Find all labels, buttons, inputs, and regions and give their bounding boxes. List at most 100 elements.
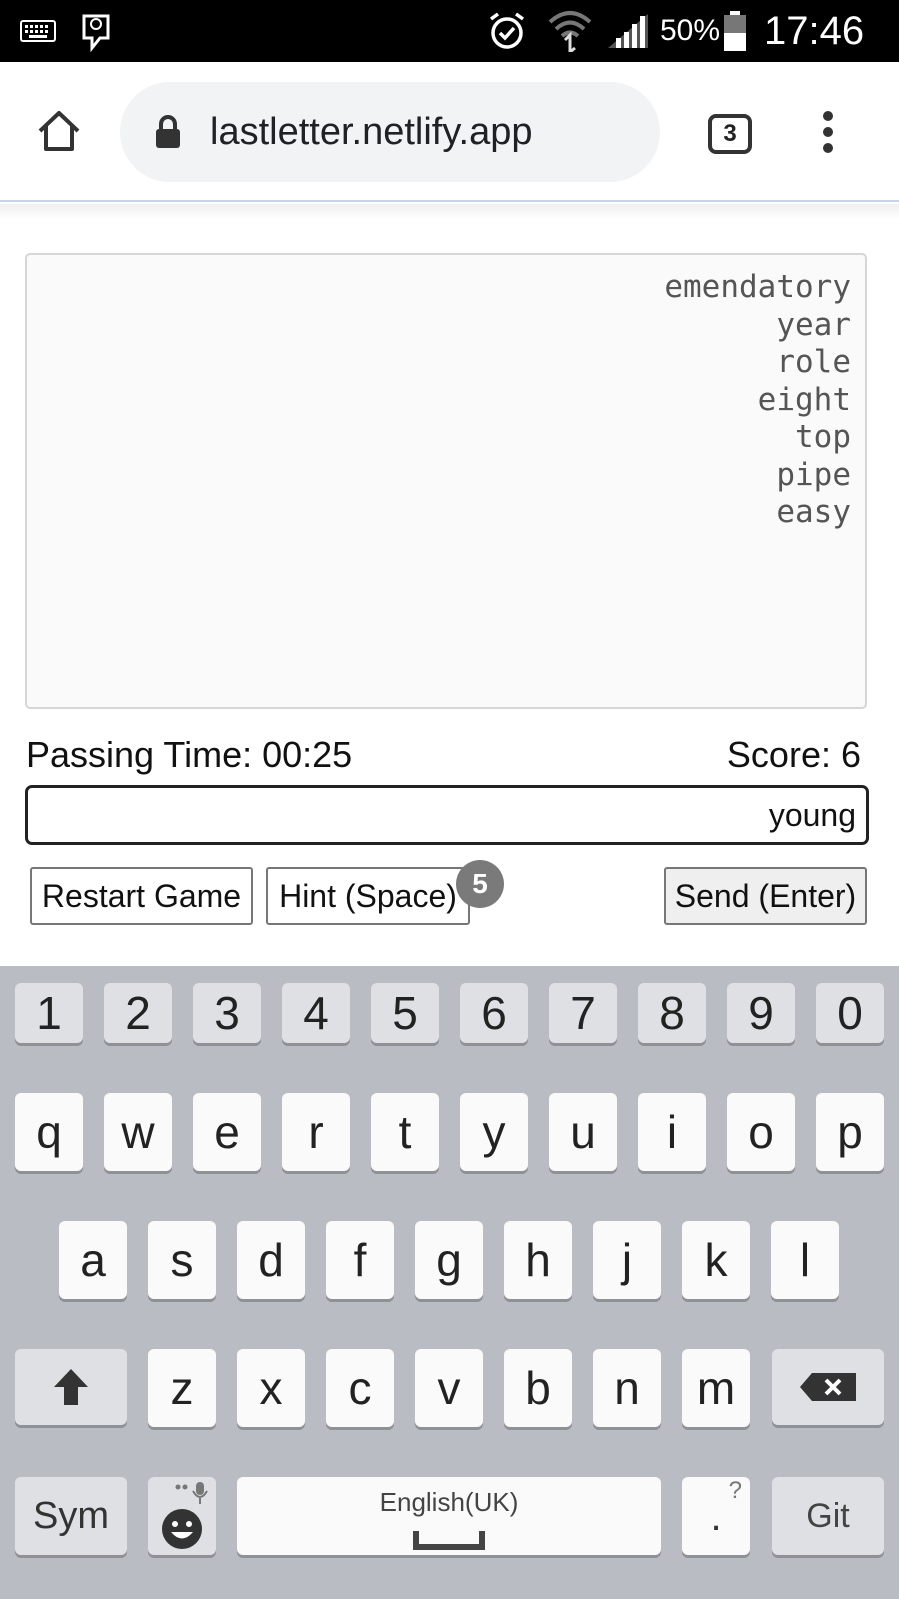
- key-label: z: [170, 1362, 194, 1414]
- signal-icon: [608, 14, 648, 48]
- key-c[interactable]: c: [326, 1349, 394, 1427]
- alarm-icon: [489, 12, 525, 49]
- key-label: m: [696, 1362, 736, 1414]
- clock: 17:46: [764, 9, 865, 53]
- key-label: t: [398, 1106, 412, 1158]
- emoji-icon: [162, 1509, 202, 1549]
- passing-time: Passing Time: 00:25: [26, 734, 353, 775]
- key-label: c: [348, 1362, 372, 1414]
- backspace-key[interactable]: [772, 1349, 884, 1425]
- key-label: g: [436, 1234, 462, 1286]
- key-f[interactable]: f: [326, 1221, 394, 1299]
- key-h[interactable]: h: [504, 1221, 572, 1299]
- key-s[interactable]: s: [148, 1221, 216, 1299]
- key-label: k: [704, 1234, 728, 1286]
- hint-button[interactable]: Hint (Space): [266, 867, 470, 925]
- key-p[interactable]: p: [816, 1093, 884, 1171]
- go-key[interactable]: Git: [772, 1477, 884, 1555]
- restart-game-button[interactable]: Restart Game: [30, 867, 253, 925]
- key-j[interactable]: j: [593, 1221, 661, 1299]
- browser-toolbar: lastletter.netlify.app 3: [0, 62, 899, 202]
- key-label: 7: [570, 987, 596, 1039]
- key-i[interactable]: i: [638, 1093, 706, 1171]
- key-6[interactable]: 6: [460, 983, 528, 1043]
- key-label: o: [748, 1106, 774, 1158]
- key-e[interactable]: e: [193, 1093, 261, 1171]
- key-k[interactable]: k: [682, 1221, 750, 1299]
- space-key[interactable]: English(UK): [237, 1477, 661, 1555]
- score: Score: 6: [726, 734, 861, 775]
- key-5[interactable]: 5: [371, 983, 439, 1043]
- key-z[interactable]: z: [148, 1349, 216, 1427]
- tab-switcher-button[interactable]: 3: [708, 114, 752, 154]
- sym-key[interactable]: Sym: [15, 1477, 127, 1555]
- word-input[interactable]: [25, 785, 869, 845]
- key-label: 1: [36, 987, 62, 1039]
- emoji-key[interactable]: [148, 1477, 216, 1555]
- key-1[interactable]: 1: [15, 983, 83, 1043]
- key-w[interactable]: w: [104, 1093, 172, 1171]
- word-history-panel: emendatory year role eight top pipe easy: [25, 253, 867, 709]
- word-item: easy: [776, 494, 851, 530]
- period-key-label: .: [710, 1495, 722, 1539]
- home-icon[interactable]: [36, 109, 82, 153]
- key-label: u: [570, 1106, 596, 1158]
- key-label: 2: [125, 987, 151, 1039]
- space-icon: [413, 1531, 485, 1550]
- keyboard-icon: [20, 20, 56, 42]
- key-0[interactable]: 0: [816, 983, 884, 1043]
- key-y[interactable]: y: [460, 1093, 528, 1171]
- key-n[interactable]: n: [593, 1349, 661, 1427]
- backspace-icon: [800, 1373, 856, 1401]
- key-a[interactable]: a: [59, 1221, 127, 1299]
- key-x[interactable]: x: [237, 1349, 305, 1427]
- word-list: emendatory year role eight top pipe easy: [664, 269, 851, 532]
- key-t[interactable]: t: [371, 1093, 439, 1171]
- key-label: 6: [481, 987, 507, 1039]
- lock-icon: [156, 115, 180, 148]
- key-label: y: [482, 1106, 506, 1158]
- key-q[interactable]: q: [15, 1093, 83, 1171]
- word-item: eight: [757, 381, 851, 418]
- address-bar[interactable]: lastletter.netlify.app: [120, 82, 660, 182]
- soft-keyboard: Sym English(UK) ? . Git 1 2 3 4 5 6 7 8 9 0 q w e r t y…: [0, 966, 899, 1599]
- period-key[interactable]: ? .: [682, 1477, 750, 1555]
- key-b[interactable]: b: [504, 1349, 572, 1427]
- key-v[interactable]: v: [415, 1349, 483, 1427]
- key-4[interactable]: 4: [282, 983, 350, 1043]
- key-8[interactable]: 8: [638, 983, 706, 1043]
- key-label: x: [259, 1362, 283, 1414]
- battery-icon: [724, 11, 746, 51]
- key-label: p: [837, 1106, 863, 1158]
- key-label: s: [170, 1234, 194, 1286]
- key-g[interactable]: g: [415, 1221, 483, 1299]
- key-label: b: [525, 1362, 551, 1414]
- key-9[interactable]: 9: [727, 983, 795, 1043]
- key-m[interactable]: m: [682, 1349, 750, 1427]
- go-key-label: Git: [806, 1497, 850, 1535]
- shift-icon: [54, 1369, 88, 1405]
- shift-key[interactable]: [15, 1349, 127, 1425]
- send-button[interactable]: Send (Enter): [664, 867, 867, 925]
- key-label: a: [80, 1234, 106, 1286]
- wifi-icon: [548, 11, 592, 52]
- key-o[interactable]: o: [727, 1093, 795, 1171]
- key-u[interactable]: u: [549, 1093, 617, 1171]
- key-l[interactable]: l: [771, 1221, 839, 1299]
- key-d[interactable]: d: [237, 1221, 305, 1299]
- url-text: lastletter.netlify.app: [210, 111, 533, 153]
- key-label: 8: [659, 987, 685, 1039]
- key-label: w: [121, 1106, 155, 1158]
- key-2[interactable]: 2: [104, 983, 172, 1043]
- key-label: f: [353, 1234, 367, 1286]
- key-label: 5: [392, 987, 418, 1039]
- word-item: top: [795, 419, 851, 455]
- sym-key-label: Sym: [33, 1495, 109, 1537]
- menu-icon[interactable]: [820, 110, 836, 154]
- word-item: role: [776, 344, 851, 380]
- key-7[interactable]: 7: [549, 983, 617, 1043]
- status-bar: 50% 17:46: [0, 0, 899, 62]
- key-3[interactable]: 3: [193, 983, 261, 1043]
- key-r[interactable]: r: [282, 1093, 350, 1171]
- key-label: j: [621, 1234, 633, 1286]
